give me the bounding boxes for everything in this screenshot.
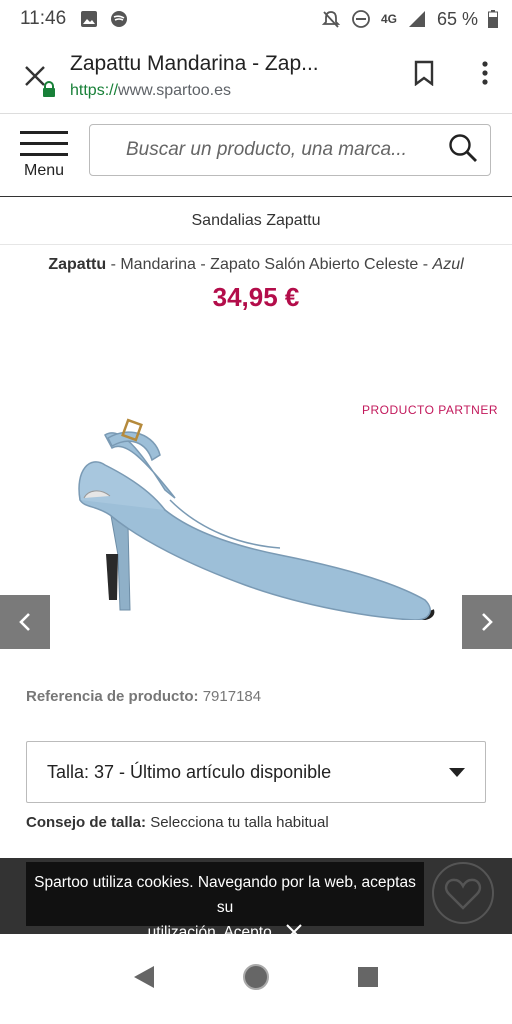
recents-square-icon [357, 966, 378, 987]
battery-percent: 65 % [436, 8, 478, 29]
back-button[interactable] [133, 965, 155, 994]
url-host: www.spartoo.es [118, 82, 231, 99]
wishlist-button[interactable] [432, 862, 494, 924]
product-image-carousel[interactable]: PRODUCTO PARTNER [0, 340, 512, 660]
product-title: Zapattu - Mandarina - Zapato Salón Abier… [0, 256, 512, 274]
recents-button[interactable] [357, 966, 379, 993]
page-info[interactable]: Zapattu Mandarina - Zap... https:// www.… [43, 50, 390, 102]
chevron-right-icon [482, 613, 493, 631]
menu-label: Menu [23, 162, 65, 179]
site-header: Menu Buscar un producto, una marca... [0, 115, 512, 197]
do-not-disturb-icon [351, 9, 371, 29]
signal-icon [407, 9, 427, 29]
product-color: Azul [432, 256, 464, 273]
product-reference: Referencia de producto: 7917184 [26, 688, 261, 705]
more-vert-icon [481, 61, 488, 85]
menu-button[interactable]: Menu [0, 115, 88, 197]
chevron-left-icon [19, 613, 30, 631]
network-type: 4G [380, 12, 397, 26]
spotify-notification-icon [110, 10, 130, 28]
carousel-prev-button[interactable] [0, 595, 50, 649]
status-time: 11:46 [20, 8, 67, 29]
back-triangle-icon [134, 965, 155, 988]
cookie-banner: Spartoo utiliza cookies. Navegando por l… [26, 862, 424, 941]
breadcrumb[interactable]: Sandalias Zapattu [0, 197, 512, 245]
product-price: 34,95 € [212, 282, 300, 312]
breadcrumb-label: Sandalias Zapattu [191, 211, 321, 229]
page-title: Zapattu Mandarina - Zap... [70, 51, 319, 75]
size-tip-label: Consejo de talla: [26, 814, 147, 831]
bookmark-button[interactable] [414, 60, 434, 91]
heart-icon [444, 878, 482, 910]
close-tab-button[interactable] [0, 38, 70, 114]
url-scheme: https:// [70, 82, 119, 99]
reference-label: Referencia de producto: [26, 688, 199, 705]
image-notification-icon [80, 10, 98, 28]
url-display: https:// www.spartoo.es [43, 80, 390, 102]
hamburger-icon [20, 131, 68, 164]
bookmark-icon [414, 60, 433, 87]
system-navigation-bar [0, 934, 512, 1024]
search-placeholder: Buscar un producto, una marca... [126, 139, 407, 160]
search-icon[interactable] [448, 133, 478, 168]
carousel-next-button[interactable] [462, 595, 512, 649]
size-selected-value: Talla: 37 - Último artículo disponible [47, 761, 332, 782]
product-name: - Mandarina - Zapato Salón Abierto Celes… [106, 256, 433, 273]
home-button[interactable] [242, 963, 270, 996]
size-tip-value: Selecciona tu talla habitual [146, 814, 329, 831]
home-circle-icon [242, 963, 269, 990]
lock-icon [42, 80, 56, 102]
battery-icon [488, 10, 498, 28]
status-bar: 11:46 4G 65 % [0, 0, 512, 38]
product-image[interactable] [70, 380, 440, 620]
browser-toolbar: Zapattu Mandarina - Zap... https:// www.… [0, 38, 512, 114]
size-tip: Consejo de talla: Selecciona tu talla ha… [26, 814, 329, 831]
more-options-button[interactable] [481, 60, 489, 91]
reference-value: 7917184 [198, 688, 262, 705]
size-select[interactable]: Talla: 37 - Último artículo disponible [26, 741, 486, 803]
dropdown-caret-icon [449, 767, 465, 777]
cookie-text-line1: Spartoo utiliza cookies. Navegando por l… [34, 874, 416, 916]
product-brand: Zapattu [48, 256, 107, 273]
silent-icon [321, 9, 341, 29]
search-input[interactable]: Buscar un producto, una marca... [89, 124, 491, 176]
